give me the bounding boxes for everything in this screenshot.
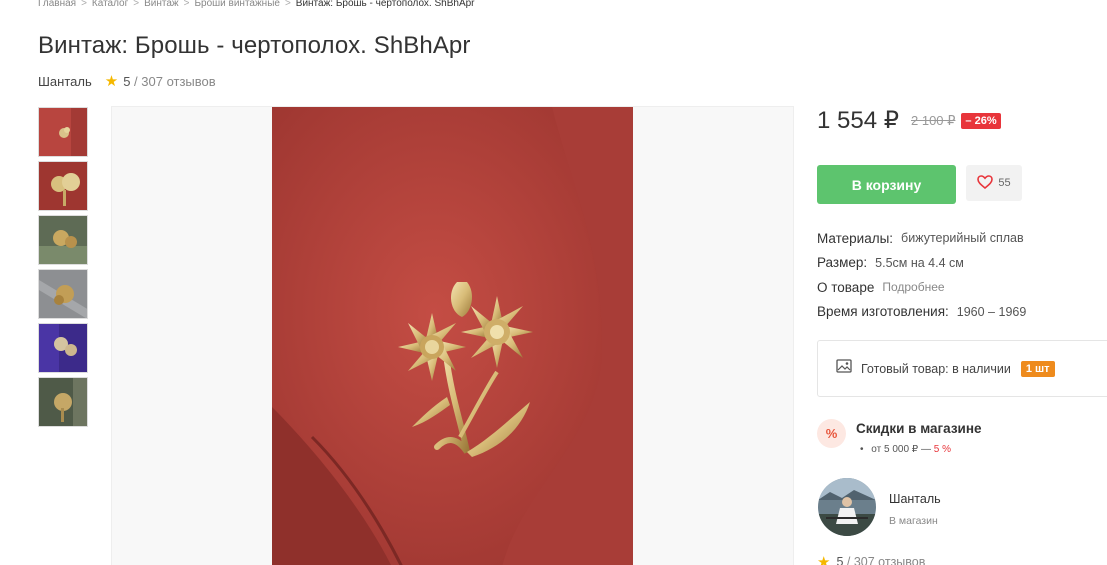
breadcrumb-current: Винтаж: Брошь - чертополох. ShBhApr xyxy=(295,0,475,9)
property-value: 5.5см на 4.4 см xyxy=(875,255,964,270)
breadcrumb-home[interactable]: Главная xyxy=(38,0,76,9)
breadcrumb: Главная > Каталог > Винтаж > Броши винтажные > В… xyxy=(38,0,475,9)
brooch-photo xyxy=(272,107,633,565)
stock-count-badge: 1 шт xyxy=(1020,360,1055,377)
property-label: О товаре xyxy=(817,279,875,295)
shop-link[interactable]: Шанталь xyxy=(38,74,92,89)
property-materials: Материалы: бижутерийный сплав xyxy=(817,226,1026,251)
seller-rating-value: 5 xyxy=(836,555,844,565)
favorites-count: 55 xyxy=(998,177,1011,189)
thumbnail-1[interactable] xyxy=(38,107,88,157)
seller-rating: ★ 5 / 307 отзывов xyxy=(817,553,925,565)
property-label: Материалы: xyxy=(817,230,894,246)
star-icon: ★ xyxy=(104,73,119,90)
main-product-image[interactable] xyxy=(111,106,794,565)
breadcrumb-separator: > xyxy=(284,0,291,9)
breadcrumb-separator: > xyxy=(81,0,87,9)
property-label: Время изготовления: xyxy=(817,304,949,320)
discount-item: от 5 000 ₽ — 5 % xyxy=(860,444,951,455)
rating-value: 5 xyxy=(123,74,131,89)
thumbnail-5[interactable] xyxy=(38,323,88,373)
property-about: О товаре Подробнее xyxy=(817,275,1026,300)
add-to-cart-button[interactable]: В корзину xyxy=(817,165,956,204)
thumbnail-4[interactable] xyxy=(38,269,88,319)
discount-badge: – 26% xyxy=(961,112,1001,129)
breadcrumb-vintage-brooches[interactable]: Броши винтажные xyxy=(194,0,279,9)
discount-threshold: от 5 000 ₽ — xyxy=(871,444,931,455)
property-made-time: Время изготовления: 1960 – 1969 xyxy=(817,300,1026,325)
property-size: Размер: 5.5см на 4.4 см xyxy=(817,251,1026,276)
thumbnail-6[interactable] xyxy=(38,377,88,427)
property-value: 1960 – 1969 xyxy=(956,304,1027,319)
discount-percent: 5 % xyxy=(933,444,951,455)
thumbnail-list xyxy=(38,107,88,431)
seller-name[interactable]: Шанталь xyxy=(889,492,941,506)
seller-avatar[interactable] xyxy=(818,478,876,536)
stock-text: Готовый товар: в наличии xyxy=(861,361,1011,376)
breadcrumb-separator: > xyxy=(183,0,190,9)
price-block: 1 554 ₽ 2 100 ₽ – 26% xyxy=(817,106,1001,135)
more-details-link[interactable]: Подробнее xyxy=(882,280,944,294)
go-to-shop-link[interactable]: В магазин xyxy=(889,515,938,527)
thumbnail-2[interactable] xyxy=(38,161,88,211)
breadcrumb-separator: > xyxy=(133,0,140,9)
thumbnail-3[interactable] xyxy=(38,215,88,265)
star-icon: ★ xyxy=(817,554,831,565)
breadcrumb-vintage[interactable]: Винтаж xyxy=(144,0,179,9)
image-icon xyxy=(836,359,852,378)
percent-icon: % xyxy=(817,419,846,448)
page-title: Винтаж: Брошь - чертополох. ShBhApr xyxy=(38,32,471,59)
old-price: 2 100 ₽ xyxy=(911,112,956,128)
product-properties: Материалы: бижутерийный сплав Размер: 5.… xyxy=(817,226,1026,324)
seller-reviews-link[interactable]: / 307 отзывов xyxy=(847,555,926,565)
reviews-link[interactable]: / 307 отзывов xyxy=(134,74,216,89)
favorite-button[interactable]: 55 xyxy=(966,165,1022,201)
property-value: бижутерийный сплав xyxy=(901,231,1024,246)
current-price: 1 554 ₽ xyxy=(817,107,899,134)
heart-icon xyxy=(977,174,994,192)
stock-info: Готовый товар: в наличии 1 шт xyxy=(817,340,1107,397)
breadcrumb-catalog[interactable]: Каталог xyxy=(92,0,128,9)
discounts-title: Скидки в магазине xyxy=(856,421,982,436)
property-label: Размер: xyxy=(817,255,868,271)
product-meta: Шанталь ★ 5 / 307 отзывов xyxy=(38,74,216,89)
